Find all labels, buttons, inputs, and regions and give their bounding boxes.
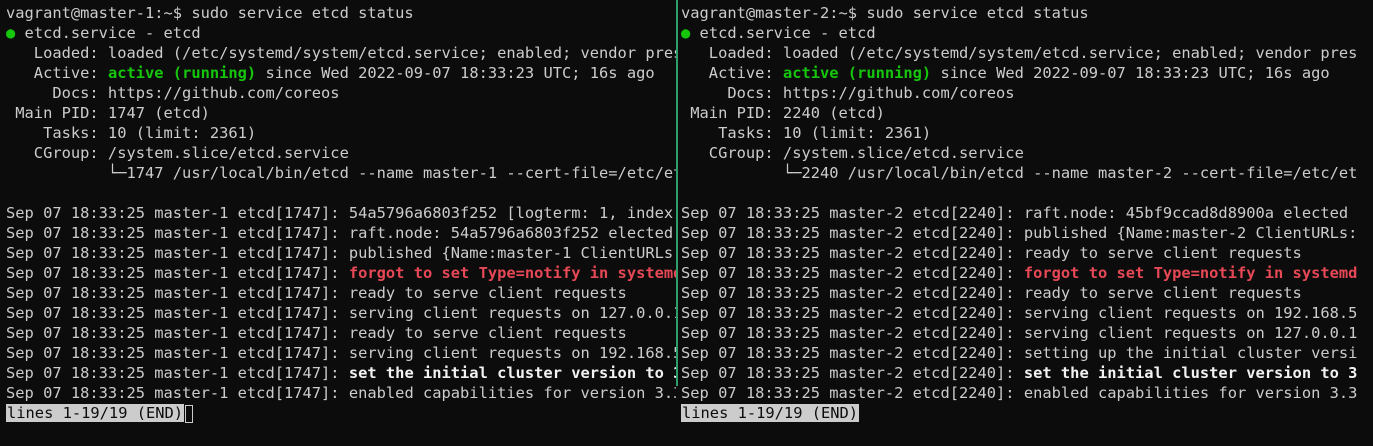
log-message: 54a5796a6803f252 [logterm: 1, index:	[348, 204, 676, 222]
loaded-line: Loaded: loaded (/etc/systemd/system/etcd…	[6, 44, 676, 62]
log-line: Sep 07 18:33:25 master-1 etcd[1747]: ser…	[6, 303, 676, 323]
pager-line: lines 1-19/19 (END)	[6, 403, 676, 423]
log-line: Sep 07 18:33:25 master-2 etcd[2240]: set…	[681, 343, 1373, 363]
log-line: Sep 07 18:33:25 master-1 etcd[1747]: ser…	[6, 343, 676, 363]
log-line: Sep 07 18:33:25 master-1 etcd[1747]: rea…	[6, 283, 676, 303]
log-message: enabled capabilities for version 3.3	[348, 384, 676, 402]
log-message: set the initial cluster version to 3.	[348, 364, 676, 382]
tasks-line: Tasks: 10 (limit: 2361)	[681, 124, 932, 142]
log-message: ready to serve client requests	[348, 324, 627, 342]
log-line: Sep 07 18:33:25 master-2 etcd[2240]: for…	[681, 263, 1373, 283]
log-line: Sep 07 18:33:25 master-1 etcd[1747]: ena…	[6, 383, 676, 403]
log-message: enabled capabilities for version 3.3	[1023, 384, 1358, 402]
log-message: setting up the initial cluster versi	[1023, 344, 1358, 362]
terminal-pane-master-1[interactable]: vagrant@master-1:~$ sudo service etcd st…	[0, 0, 676, 446]
log-prefix: Sep 07 18:33:25 master-1 etcd[1747]:	[6, 304, 349, 322]
log-prefix: Sep 07 18:33:25 master-2 etcd[2240]:	[681, 384, 1024, 402]
log-line: Sep 07 18:33:25 master-2 etcd[2240]: rea…	[681, 283, 1373, 303]
log-message: serving client requests on 192.168.5.	[348, 344, 676, 362]
pager-status: lines 1-19/19 (END)	[681, 404, 860, 422]
cgroup-line: CGroup: /system.slice/etcd.service	[681, 144, 1024, 162]
active-since: since Wed 2022-09-07 18:33:23 UTC; 16s a…	[256, 64, 655, 82]
log-message: raft.node: 45bf9ccad8d8900a elected	[1023, 204, 1349, 222]
log-message: forgot to set Type=notify in systemd	[1023, 264, 1358, 282]
pager-line: lines 1-19/19 (END)	[681, 403, 1373, 423]
log-line: Sep 07 18:33:25 master-2 etcd[2240]: pub…	[681, 223, 1373, 243]
service-title-line: ● etcd.service - etcd	[681, 23, 1373, 43]
docs-line: Docs: https://github.com/coreos	[681, 84, 1015, 102]
service-title: etcd.service - etcd	[15, 24, 201, 42]
log-line: Sep 07 18:33:25 master-1 etcd[1747]: raf…	[6, 223, 676, 243]
log-prefix: Sep 07 18:33:25 master-1 etcd[1747]:	[6, 204, 349, 222]
log-prefix: Sep 07 18:33:25 master-1 etcd[1747]:	[6, 384, 349, 402]
log-prefix: Sep 07 18:33:25 master-1 etcd[1747]:	[6, 364, 349, 382]
log-message: set the initial cluster version to 3	[1023, 364, 1358, 382]
log-prefix: Sep 07 18:33:25 master-1 etcd[1747]:	[6, 344, 349, 362]
log-message: ready to serve client requests	[348, 284, 627, 302]
active-label: Active:	[6, 64, 108, 82]
log-line: Sep 07 18:33:25 master-2 etcd[2240]: rea…	[681, 243, 1373, 263]
log-message: serving client requests on 127.0.0.1	[1023, 324, 1358, 342]
log-message: ready to serve client requests	[1023, 284, 1302, 302]
log-prefix: Sep 07 18:33:25 master-1 etcd[1747]:	[6, 264, 349, 282]
terminal-pane-master-2[interactable]: vagrant@master-2:~$ sudo service etcd st…	[678, 0, 1373, 446]
log-message: serving client requests on 127.0.0.1:	[348, 304, 676, 322]
log-message: forgot to set Type=notify in systemd	[348, 264, 676, 282]
log-prefix: Sep 07 18:33:25 master-1 etcd[1747]:	[6, 284, 349, 302]
log-prefix: Sep 07 18:33:25 master-2 etcd[2240]:	[681, 284, 1024, 302]
service-title: etcd.service - etcd	[690, 24, 876, 42]
log-line: Sep 07 18:33:25 master-2 etcd[2240]: ser…	[681, 303, 1373, 323]
active-line: Active: active (running) since Wed 2022-…	[6, 63, 676, 83]
log-prefix: Sep 07 18:33:25 master-2 etcd[2240]:	[681, 244, 1024, 262]
cgroup-process-line: └─2240 /usr/local/bin/etcd --name master…	[681, 164, 1358, 182]
log-prefix: Sep 07 18:33:25 master-2 etcd[2240]:	[681, 304, 1024, 322]
log-prefix: Sep 07 18:33:25 master-2 etcd[2240]:	[681, 344, 1024, 362]
active-label: Active:	[681, 64, 783, 82]
log-message: ready to serve client requests	[1023, 244, 1302, 262]
main-pid-line: Main PID: 1747 (etcd)	[6, 104, 210, 122]
log-message: published {Name:master-2 ClientURLs:	[1023, 224, 1358, 242]
active-state: active (running)	[107, 64, 257, 82]
log-prefix: Sep 07 18:33:25 master-2 etcd[2240]:	[681, 324, 1024, 342]
log-line: Sep 07 18:33:25 master-1 etcd[1747]: pub…	[6, 243, 676, 263]
log-prefix: Sep 07 18:33:25 master-1 etcd[1747]:	[6, 324, 349, 342]
docs-line: Docs: https://github.com/coreos	[6, 84, 340, 102]
log-line: Sep 07 18:33:25 master-1 etcd[1747]: set…	[6, 363, 676, 383]
command-prompt: vagrant@master-1:~$ sudo service etcd st…	[6, 4, 414, 22]
log-message: serving client requests on 192.168.5	[1023, 304, 1358, 322]
loaded-line: Loaded: loaded (/etc/systemd/system/etcd…	[681, 44, 1358, 62]
service-title-line: ● etcd.service - etcd	[6, 23, 676, 43]
active-state: active (running)	[782, 64, 932, 82]
active-line: Active: active (running) since Wed 2022-…	[681, 63, 1373, 83]
log-line: Sep 07 18:33:25 master-2 etcd[2240]: ser…	[681, 323, 1373, 343]
pager-status: lines 1-19/19 (END)	[6, 404, 185, 422]
log-prefix: Sep 07 18:33:25 master-2 etcd[2240]:	[681, 364, 1024, 382]
tasks-line: Tasks: 10 (limit: 2361)	[6, 124, 257, 142]
command-prompt: vagrant@master-2:~$ sudo service etcd st…	[681, 4, 1089, 22]
log-line: Sep 07 18:33:25 master-1 etcd[1747]: for…	[6, 263, 676, 283]
log-message: raft.node: 54a5796a6803f252 elected l	[348, 224, 676, 242]
cgroup-line: CGroup: /system.slice/etcd.service	[6, 144, 349, 162]
main-pid-line: Main PID: 2240 (etcd)	[681, 104, 885, 122]
log-prefix: Sep 07 18:33:25 master-2 etcd[2240]:	[681, 204, 1024, 222]
log-line: Sep 07 18:33:25 master-1 etcd[1747]: 54a…	[6, 203, 676, 223]
status-dot-icon: ●	[681, 24, 691, 42]
terminal-cursor	[185, 404, 194, 423]
status-dot-icon: ●	[6, 24, 16, 42]
cgroup-process-line: └─1747 /usr/local/bin/etcd --name master…	[6, 164, 676, 182]
log-line: Sep 07 18:33:25 master-2 etcd[2240]: set…	[681, 363, 1373, 383]
log-prefix: Sep 07 18:33:25 master-2 etcd[2240]:	[681, 264, 1024, 282]
log-line: Sep 07 18:33:25 master-1 etcd[1747]: rea…	[6, 323, 676, 343]
active-since: since Wed 2022-09-07 18:33:23 UTC; 16s a…	[931, 64, 1330, 82]
log-line: Sep 07 18:33:25 master-2 etcd[2240]: ena…	[681, 383, 1373, 403]
log-prefix: Sep 07 18:33:25 master-2 etcd[2240]:	[681, 224, 1024, 242]
log-message: published {Name:master-1 ClientURLs:[	[348, 244, 676, 262]
terminal-window: vagrant@master-1:~$ sudo service etcd st…	[0, 0, 1373, 446]
log-prefix: Sep 07 18:33:25 master-1 etcd[1747]:	[6, 244, 349, 262]
log-line: Sep 07 18:33:25 master-2 etcd[2240]: raf…	[681, 203, 1373, 223]
log-prefix: Sep 07 18:33:25 master-1 etcd[1747]:	[6, 224, 349, 242]
